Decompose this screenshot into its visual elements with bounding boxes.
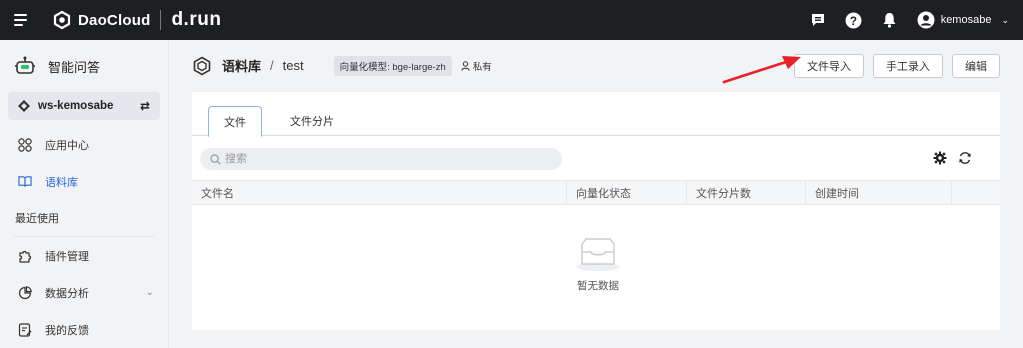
workspace-selector[interactable]: ws-kemosabe ⇄ xyxy=(8,92,160,120)
search-input[interactable] xyxy=(225,153,525,165)
breadcrumb-current: test xyxy=(282,58,304,73)
workspace-icon xyxy=(18,100,30,112)
top-bar: DaoCloud d.run ? kemosabe ⌄ xyxy=(0,0,1023,40)
username: kemosabe xyxy=(940,14,992,26)
gear-icon[interactable] xyxy=(932,150,947,165)
chart-icon xyxy=(18,285,32,300)
corpus-icon xyxy=(193,56,211,75)
sidebar-item-label: 我的反馈 xyxy=(45,324,89,337)
chevron-down-icon[interactable]: ⌄ xyxy=(146,287,154,298)
puzzle-icon xyxy=(18,249,32,263)
refresh-icon[interactable] xyxy=(957,150,972,165)
sidebar-item-label: 数据分析 xyxy=(45,287,89,300)
tab-files[interactable]: 文件 xyxy=(208,106,262,137)
help-icon[interactable]: ? xyxy=(845,11,863,29)
svg-text:?: ? xyxy=(850,14,857,27)
sidebar: 智能问答 ws-kemosabe ⇄ 应用中心 语料库 最近使用 插件管理 数据… xyxy=(0,40,169,348)
breadcrumb-separator: / xyxy=(270,58,274,73)
tab-bar: 文件 文件分片 xyxy=(192,106,1000,137)
import-file-button[interactable]: 文件导入 xyxy=(794,53,864,78)
column-header-actions xyxy=(952,181,1000,204)
sidebar-item-data-analysis[interactable]: 数据分析 ⌄ xyxy=(0,274,168,311)
brand-divider xyxy=(160,10,162,30)
sidebar-item-feedback[interactable]: 我的反馈 xyxy=(0,311,168,348)
user-menu[interactable]: kemosabe ⌄ xyxy=(917,11,1009,29)
breadcrumb-corpus[interactable]: 语料库 xyxy=(222,56,261,75)
search-icon xyxy=(210,153,221,165)
edit-button[interactable]: 编辑 xyxy=(952,53,1000,78)
page-header: 语料库 / test 向量化模型: bge-large-zh 私有 文件导入 手… xyxy=(170,40,1023,91)
column-header-filename[interactable]: 文件名 xyxy=(192,181,567,204)
hamburger-menu-icon[interactable] xyxy=(14,14,34,26)
robot-icon xyxy=(15,56,35,74)
avatar-icon xyxy=(917,11,935,29)
manual-entry-button[interactable]: 手工录入 xyxy=(873,53,943,78)
recent-section-label: 最近使用 xyxy=(15,213,59,225)
main-card: 文件 文件分片 文件名 向量化状态 文件分片数 创建时间 暂无数据 xyxy=(192,92,1000,330)
book-icon xyxy=(18,175,32,189)
sidebar-item-label: 应用中心 xyxy=(45,139,89,152)
sidebar-item-corpus[interactable]: 语料库 xyxy=(0,163,168,200)
brand-name: DaoCloud xyxy=(78,11,151,29)
sidebar-title-text: 智能问答 xyxy=(48,59,101,75)
search-box[interactable] xyxy=(200,148,562,170)
bell-icon[interactable] xyxy=(881,11,899,29)
column-header-vector-status[interactable]: 向量化状态 xyxy=(567,181,687,204)
annotation-arrow-icon xyxy=(722,56,801,84)
message-icon[interactable] xyxy=(809,11,827,29)
feedback-icon xyxy=(18,322,32,337)
table-header: 文件名 向量化状态 文件分片数 创建时间 xyxy=(192,180,1000,205)
empty-state: 暂无数据 xyxy=(558,238,638,293)
sidebar-item-label: 语料库 xyxy=(45,176,78,189)
column-header-created-time[interactable]: 创建时间 xyxy=(806,181,952,204)
daocloud-logo-icon xyxy=(53,10,71,30)
app-center-icon xyxy=(18,137,32,152)
empty-text: 暂无数据 xyxy=(577,280,619,292)
product-name: d.run xyxy=(171,9,222,30)
empty-inbox-icon xyxy=(576,238,620,271)
sidebar-item-label: 插件管理 xyxy=(45,250,89,263)
visibility-text: 私有 xyxy=(472,61,492,73)
column-header-chunk-count[interactable]: 文件分片数 xyxy=(687,181,806,204)
brand[interactable]: DaoCloud d.run xyxy=(52,9,221,31)
sidebar-item-plugins[interactable]: 插件管理 xyxy=(0,237,168,274)
workspace-name: ws-kemosabe xyxy=(38,100,114,112)
vector-model-tag: 向量化模型: bge-large-zh xyxy=(333,55,452,76)
tab-file-chunks[interactable]: 文件分片 xyxy=(282,106,342,136)
chevron-down-icon: ⌄ xyxy=(1001,14,1009,25)
visibility-badge: 私有 xyxy=(461,59,492,73)
user-icon xyxy=(461,60,470,71)
switch-icon[interactable]: ⇄ xyxy=(140,99,150,113)
sidebar-item-app-center[interactable]: 应用中心 xyxy=(0,126,168,163)
sidebar-title: 智能问答 xyxy=(0,40,168,92)
